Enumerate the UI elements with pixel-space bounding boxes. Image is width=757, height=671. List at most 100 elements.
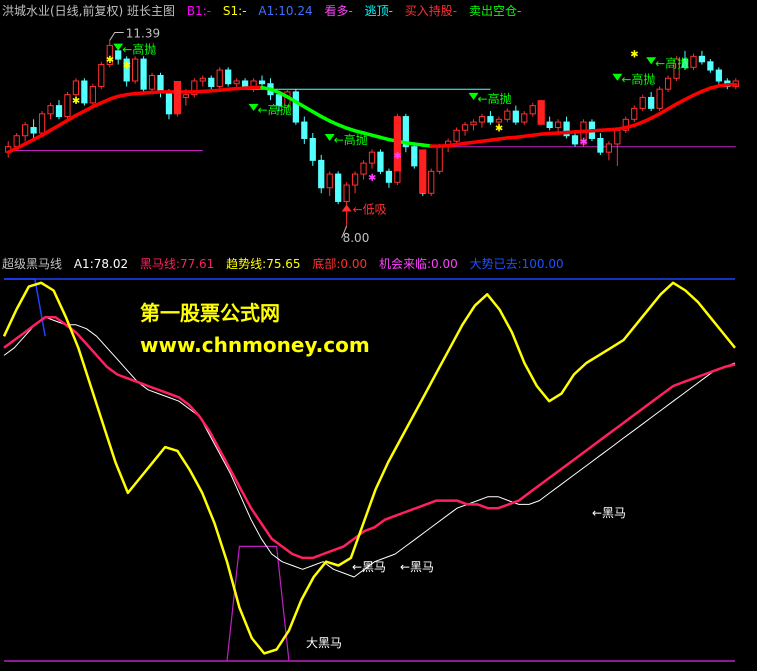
indicator-title: 超级黑马线 <box>2 257 63 271</box>
high-sell-label: ←高抛 <box>478 91 512 106</box>
watermark-title: 第一股票公式网 <box>140 301 280 325</box>
candle-body <box>546 121 553 129</box>
candle-body <box>208 77 215 87</box>
candle-body <box>487 116 494 123</box>
indicator-a1: A1:78.02 <box>73 257 129 271</box>
b1-value: B1:- <box>186 4 212 18</box>
a1-value: A1:10.24 <box>258 4 313 18</box>
candle-body <box>22 124 29 137</box>
candle-body <box>470 121 477 126</box>
candle-body <box>55 105 63 118</box>
candle-body <box>258 80 266 85</box>
candle-body <box>529 105 536 115</box>
candle-body <box>250 80 257 87</box>
tao-ding-value: 逃顶- <box>364 4 393 18</box>
candle-body <box>436 146 443 172</box>
kan-duo-value: 看多- <box>324 4 353 18</box>
big-dark-horse-label: 大黑马 <box>306 636 342 650</box>
heima-line-value: 黑马线:77.61 <box>139 257 215 271</box>
buy-signal-bar <box>393 116 402 172</box>
candle-body <box>64 94 71 118</box>
candle-body <box>698 55 706 63</box>
signal-star: ✱ <box>368 173 376 184</box>
max-price-label: 11.39 <box>126 26 160 40</box>
high-sell-label: ←高抛 <box>655 55 689 70</box>
candle-body <box>715 69 722 82</box>
indicator-panel: ←黑马 ←黑马 ←黑马大黑马 超级黑马线 A1:78.02 黑马线:77.61 趋势… <box>0 253 757 671</box>
buy-hold-value: 买入持股- <box>404 4 458 18</box>
high-sell-label: ←高抛 <box>258 102 292 117</box>
signal-star: ✱ <box>579 137 587 148</box>
signal-star: ✱ <box>630 50 638 61</box>
dark-horse-label-2: ←黑马 <box>400 560 434 574</box>
candle-body <box>199 77 206 82</box>
candle-body <box>521 113 528 123</box>
candle-body <box>597 137 604 153</box>
buy-signal-bar <box>537 100 545 125</box>
dark-horse-label-1: ←黑马 <box>352 560 386 574</box>
candle-body <box>292 91 299 123</box>
candle-body <box>461 124 469 131</box>
candle-body <box>504 110 511 120</box>
candle-body <box>165 91 173 115</box>
candle-body <box>309 137 316 161</box>
candle-body <box>664 77 672 90</box>
candle-body <box>690 55 697 68</box>
indicator-header: 超级黑马线 A1:78.02 黑马线:77.61 趋势线:75.65 底部:0.… <box>2 255 572 272</box>
candle-body <box>326 173 333 189</box>
candle-body <box>639 96 646 109</box>
candle-body <box>301 121 308 139</box>
candle-body <box>335 173 342 202</box>
candle-body <box>47 105 54 115</box>
candle-body <box>571 135 579 145</box>
low-buy-arrow <box>341 204 352 212</box>
signal-star: ✱ <box>106 55 114 66</box>
indicator-chart: ←黑马 ←黑马 ←黑马大黑马 <box>2 278 736 662</box>
candle-body <box>98 64 105 87</box>
rise-value: 大势已去:100.00 <box>469 257 564 271</box>
candle-body <box>478 116 486 123</box>
signal-star: ✱ <box>72 96 80 107</box>
candle-body <box>707 61 714 71</box>
candle-body <box>115 50 122 60</box>
chance-value: 机会来临:0.00 <box>378 257 458 271</box>
candle-body <box>368 151 376 164</box>
candle-body <box>351 173 359 186</box>
high-sell-label: ←高抛 <box>334 132 368 147</box>
bottom-value: 底部:0.00 <box>312 257 368 271</box>
candle-body <box>453 129 460 142</box>
low-buy-label: ←低吸 <box>353 202 387 216</box>
candle-body <box>38 113 46 134</box>
candle-body <box>13 135 20 148</box>
candle-body <box>157 75 164 93</box>
candle-body <box>648 96 655 109</box>
signal-star: ✱ <box>123 61 131 72</box>
candle-body <box>140 58 147 90</box>
candle-body <box>512 110 519 123</box>
candle-body <box>605 143 612 153</box>
main-chart-title: 洪城水业(日线,前复权) 班长主图 <box>2 4 175 18</box>
signal-star: ✱ <box>393 151 401 162</box>
candle-body <box>656 88 663 109</box>
candle-body <box>318 159 325 189</box>
dark-horse-label-3: ←黑马 <box>592 506 626 520</box>
candle-body <box>72 80 80 96</box>
candle-body <box>495 118 503 123</box>
candle-body <box>30 127 37 134</box>
candle-body <box>182 94 190 98</box>
candle-body <box>614 129 621 145</box>
buy-signal-bar <box>419 149 427 194</box>
candle-body <box>377 151 384 172</box>
candle-body <box>225 69 232 85</box>
candle-body <box>343 184 350 202</box>
candle-body <box>411 146 418 167</box>
candle-body <box>132 58 139 82</box>
watermark-url: www.chnmoney.com <box>140 333 370 357</box>
trend-line-value: 趋势线:75.65 <box>226 257 301 271</box>
candle-body <box>360 162 367 175</box>
max-price-pointer <box>109 31 124 41</box>
candle-body <box>631 107 638 120</box>
s1-value: S1:- <box>222 4 247 18</box>
high-sell-label: ←高抛 <box>621 72 655 87</box>
signal-star: ✱ <box>495 124 503 135</box>
